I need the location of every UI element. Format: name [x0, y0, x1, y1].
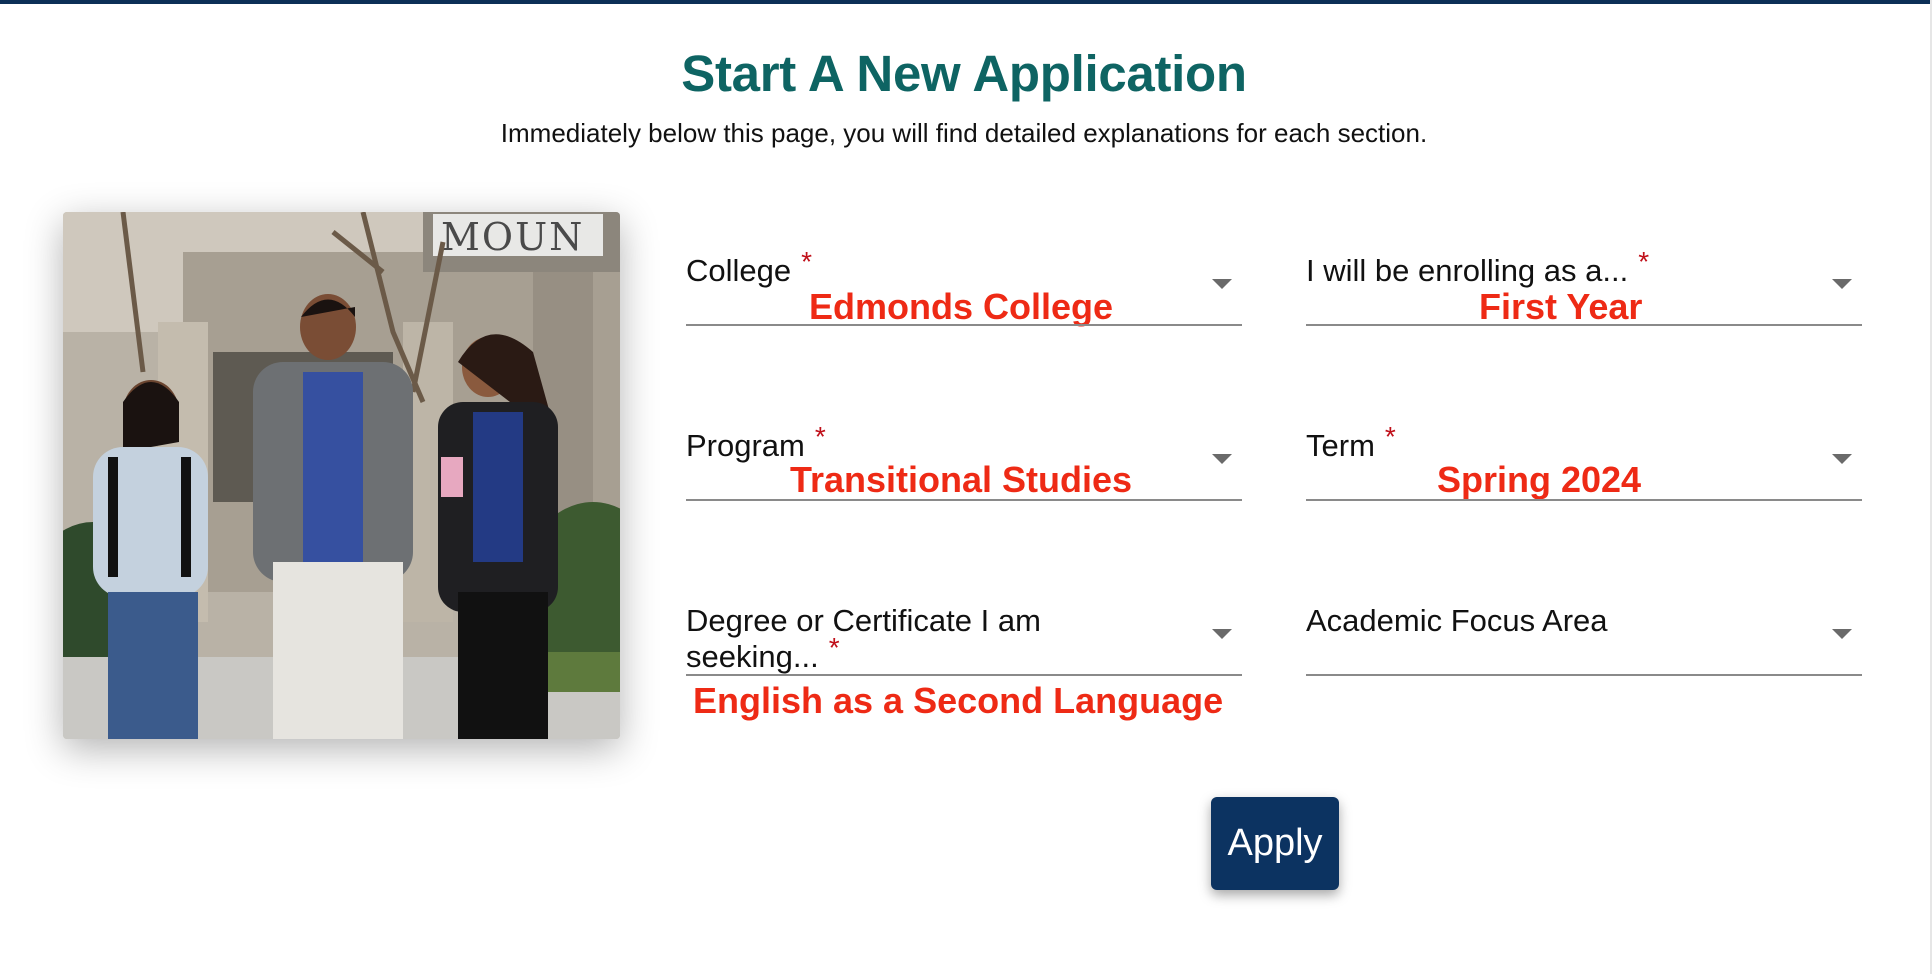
required-marker: *: [801, 246, 813, 277]
college-underline: [686, 324, 1242, 326]
college-value: Edmonds College: [809, 286, 1114, 327]
program-select[interactable]: Program * Transitional Studies: [686, 415, 1242, 530]
term-select[interactable]: Term * Spring 2024: [1306, 415, 1862, 530]
chevron-down-icon[interactable]: [1832, 629, 1852, 639]
chevron-down-icon[interactable]: [1212, 454, 1232, 464]
students-photo: MOUN: [63, 212, 620, 739]
degree-underline: [686, 674, 1242, 676]
enrolling-as-underline: [1306, 324, 1862, 326]
apply-button[interactable]: Apply: [1211, 797, 1339, 890]
program-underline: [686, 499, 1242, 501]
term-label: Term *: [1306, 421, 1396, 463]
college-label: College *: [686, 246, 813, 288]
term-underline: [1306, 499, 1862, 501]
required-marker: *: [1384, 421, 1396, 452]
focus-area-select[interactable]: Academic Focus Area: [1306, 590, 1862, 705]
enrolling-as-value: First Year: [1479, 286, 1643, 327]
focus-area-label: Academic Focus Area: [1306, 603, 1608, 638]
required-marker: *: [828, 632, 840, 663]
degree-label: Degree or Certificate I am seeking... *: [686, 603, 1041, 674]
degree-select[interactable]: Degree or Certificate I am seeking... * E…: [686, 590, 1242, 730]
required-marker: *: [814, 421, 826, 452]
chevron-down-icon[interactable]: [1832, 279, 1852, 289]
building-sign-text: MOUN: [441, 215, 584, 259]
focus-area-underline: [1306, 674, 1862, 676]
page-title: Start A New Application: [681, 45, 1247, 102]
top-border: [0, 0, 1932, 4]
required-marker: *: [1638, 246, 1650, 277]
page-subtitle: Immediately below this page, you will fi…: [500, 118, 1428, 148]
term-value: Spring 2024: [1437, 459, 1642, 500]
chevron-down-icon[interactable]: [1212, 629, 1232, 639]
enrolling-as-select[interactable]: I will be enrolling as a... * First Year: [1306, 240, 1862, 355]
program-value: Transitional Studies: [790, 459, 1133, 500]
degree-value: English as a Second Language: [693, 680, 1224, 721]
enrolling-as-label: I will be enrolling as a... *: [1306, 246, 1650, 288]
chevron-down-icon[interactable]: [1832, 454, 1852, 464]
college-select[interactable]: College * Edmonds College: [686, 240, 1242, 355]
chevron-down-icon[interactable]: [1212, 279, 1232, 289]
